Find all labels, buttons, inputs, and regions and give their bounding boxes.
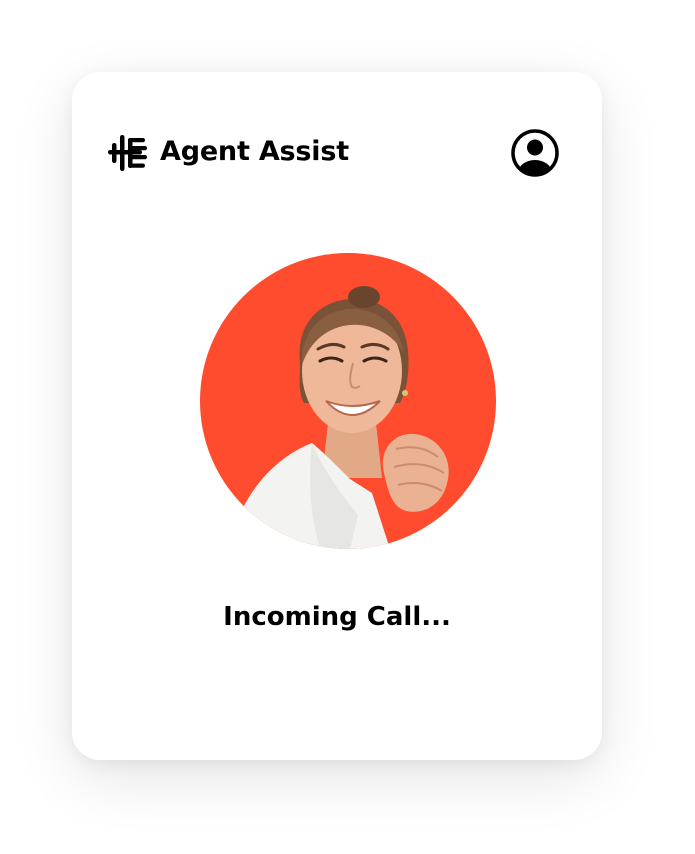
soundwave-logo-icon — [108, 135, 147, 171]
caller-avatar — [200, 253, 496, 549]
caller-photo — [200, 253, 496, 549]
app-title: Agent Assist — [160, 136, 349, 167]
call-status: Incoming Call... — [223, 602, 451, 632]
user-circle-icon — [511, 129, 559, 177]
header: Agent Assist — [108, 128, 560, 178]
profile-button[interactable] — [510, 128, 560, 178]
incoming-call-card: Agent Assist Incoming Call... — [72, 72, 602, 760]
